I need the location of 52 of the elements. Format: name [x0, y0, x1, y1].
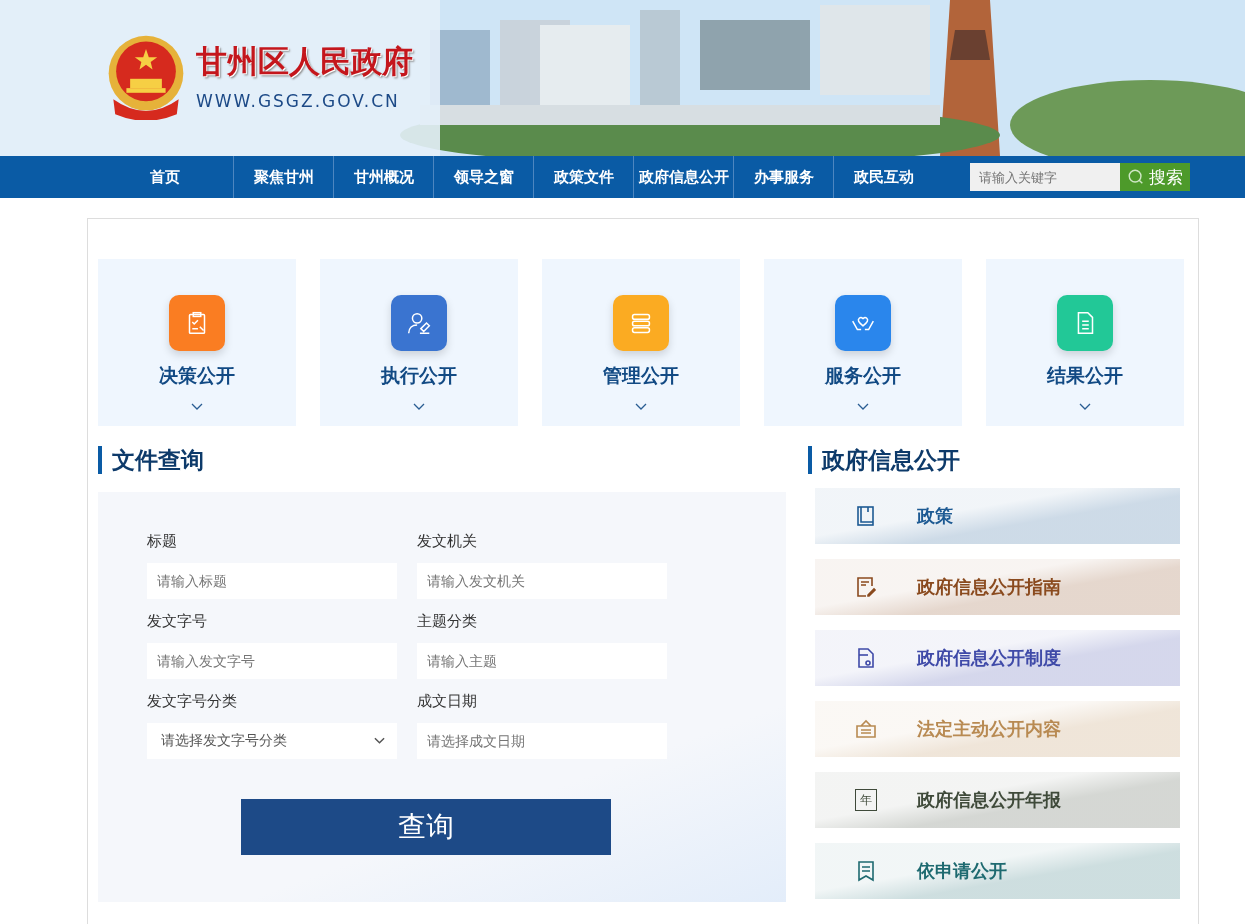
field-label: 发文字号: [147, 612, 208, 631]
input-field[interactable]: 请输入主题: [417, 643, 667, 679]
chevron-icon: [635, 403, 647, 411]
nav-item[interactable]: 甘州概况: [333, 156, 433, 198]
nav-item[interactable]: 办事服务: [733, 156, 833, 198]
field-label: 主题分类: [417, 612, 478, 631]
chevron-icon: [374, 737, 385, 745]
chevron-icon: [191, 403, 203, 411]
document-icon: [854, 575, 878, 599]
nav-item[interactable]: 聚焦甘州: [233, 156, 333, 198]
input-field[interactable]: 请输入发文机关: [417, 563, 667, 599]
search-icon: [1127, 168, 1145, 186]
year-icon: 年: [855, 789, 877, 811]
select-field[interactable]: 请选择发文字号分类: [147, 723, 397, 759]
category-card[interactable]: 管理公开: [542, 259, 740, 426]
site-url: WWW.GSGZ.GOV.CN: [196, 91, 401, 111]
field-label: 标题: [147, 532, 178, 551]
category-label: 结果公开: [1047, 363, 1123, 388]
disclosure-link[interactable]: 依申请公开: [815, 843, 1180, 899]
nav-item[interactable]: 政策文件: [533, 156, 633, 198]
disclosure-link[interactable]: 年 政府信息公开年报: [815, 772, 1180, 828]
category-label: 决策公开: [159, 363, 235, 388]
site-title: 甘州区人民政府: [196, 42, 413, 81]
category-label: 执行公开: [381, 363, 457, 388]
nav-item[interactable]: 领导之窗: [433, 156, 533, 198]
search-field[interactable]: 请输入关键字: [970, 163, 1120, 191]
field-label: 发文字号分类: [147, 692, 238, 711]
input-field[interactable]: 请输入标题: [147, 563, 397, 599]
disclosure-link[interactable]: 政府信息公开制度: [815, 630, 1180, 686]
section-title: 文件查询: [98, 446, 786, 474]
document-icon: [854, 717, 878, 741]
nav-item[interactable]: 首页: [97, 156, 233, 198]
category-card[interactable]: 决策公开: [98, 259, 296, 426]
chevron-icon: [857, 403, 869, 411]
section-title: 政府信息公开: [808, 446, 1183, 474]
category-card[interactable]: 结果公开: [986, 259, 1184, 426]
nav-item[interactable]: 政府信息公开: [633, 156, 733, 198]
field-label: 发文机关: [417, 532, 478, 551]
category-label: 服务公开: [825, 363, 901, 388]
field-label: 成文日期: [417, 692, 478, 711]
category-label: 管理公开: [603, 363, 679, 388]
chevron-icon: [1079, 403, 1091, 411]
disclosure-link[interactable]: 政府信息公开指南: [815, 559, 1180, 615]
nav-item[interactable]: 政民互动: [833, 156, 933, 198]
category-card[interactable]: 服务公开: [764, 259, 962, 426]
category-card[interactable]: 执行公开: [320, 259, 518, 426]
input-field[interactable]: 请选择成文日期: [417, 723, 667, 759]
query-button[interactable]: 查询: [241, 799, 611, 855]
disclosure-link[interactable]: 政策: [815, 488, 1180, 544]
input-field[interactable]: 请输入发文字号: [147, 643, 397, 679]
search-button[interactable]: 搜索: [1120, 163, 1190, 191]
chevron-icon: [413, 403, 425, 411]
